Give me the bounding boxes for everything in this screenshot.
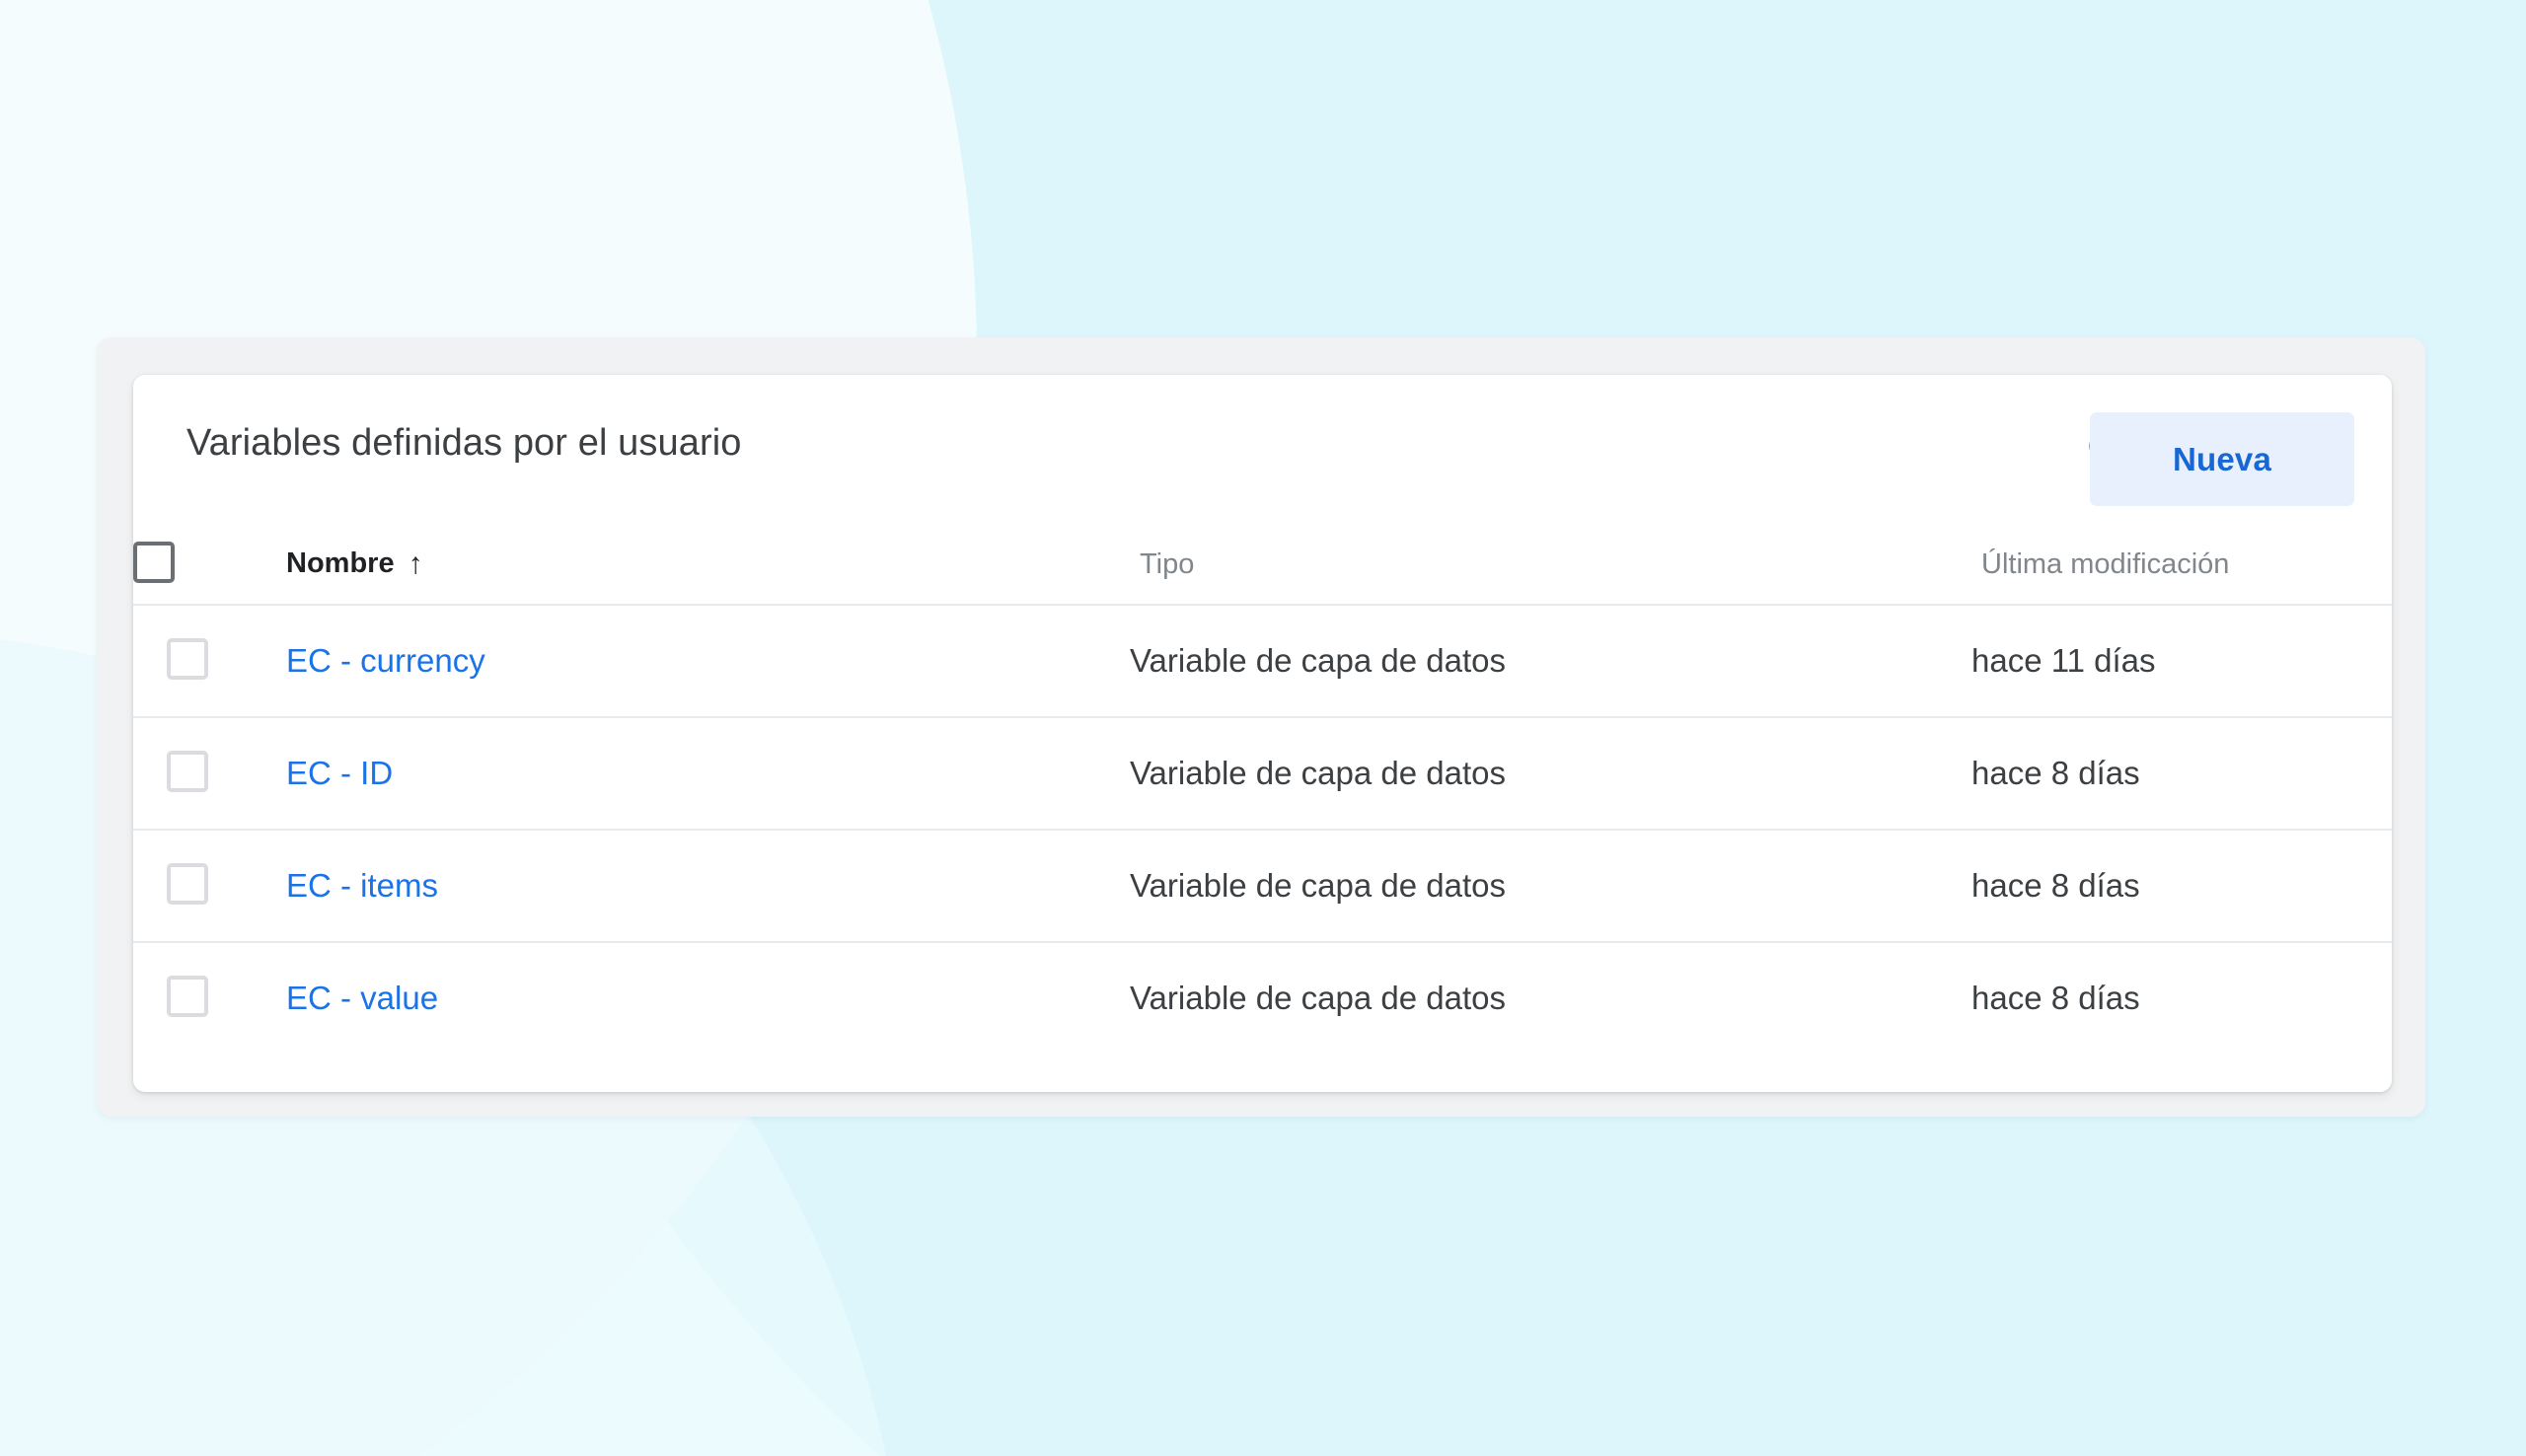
variable-name-link[interactable]: EC - value (242, 980, 438, 1017)
variable-name-link[interactable]: EC - ID (242, 755, 393, 792)
row-modified-cell: hace 8 días (1971, 980, 2140, 1016)
select-all-checkbox[interactable] (133, 541, 175, 583)
row-checkbox-cell (133, 942, 242, 1054)
row-checkbox-cell (133, 605, 242, 718)
table-body: EC - currency Variable de capa de datos … (133, 605, 2392, 1054)
column-header-name-label: Nombre (286, 547, 395, 579)
page-title: Variables definidas por el usuario (186, 422, 742, 464)
row-name-cell: EC - value (242, 942, 1130, 1054)
variables-table: Nombre ↑ Tipo Última modificación EC - cu… (133, 525, 2392, 1054)
row-type-cell: Variable de capa de datos (1130, 717, 1971, 831)
row-checkbox[interactable] (167, 637, 208, 680)
arrow-up-icon: ↑ (408, 547, 423, 580)
column-header-type[interactable]: Tipo (1130, 525, 1971, 606)
variable-name-link[interactable]: EC - items (242, 867, 438, 905)
table-row[interactable]: EC - value Variable de capa de datos hac… (133, 942, 2392, 1054)
row-checkbox[interactable] (167, 750, 208, 792)
row-name-cell: EC - ID (242, 717, 1130, 831)
table-row[interactable]: EC - ID Variable de capa de datos hace 8… (133, 717, 2392, 831)
row-checkbox[interactable] (167, 862, 208, 905)
new-variable-button[interactable]: Nueva (2090, 412, 2354, 506)
row-checkbox[interactable] (167, 975, 208, 1017)
row-checkbox-cell (133, 830, 242, 943)
column-header-modified-label: Última modificación (1981, 547, 2230, 580)
row-modified-cell: hace 11 días (1971, 605, 2392, 718)
table-row[interactable]: EC - currency Variable de capa de datos … (133, 605, 2392, 718)
column-header-modified[interactable]: Última modificación (1971, 525, 2392, 606)
variable-name-link[interactable]: EC - currency (242, 642, 485, 680)
select-all-header-cell (133, 525, 242, 606)
column-header-type-label: Tipo (1140, 547, 1195, 580)
table-row[interactable]: EC - items Variable de capa de datos hac… (133, 830, 2392, 943)
row-name-cell: EC - items (242, 830, 1130, 943)
row-type-cell: Variable de capa de datos (1130, 980, 1506, 1016)
row-checkbox-cell (133, 717, 242, 831)
row-name-cell: EC - currency (242, 605, 1130, 718)
table-head: Nombre ↑ Tipo Última modificación (133, 525, 2392, 606)
row-modified-cell: hace 8 días (1971, 717, 2392, 831)
row-type-cell: Variable de capa de datos (1130, 830, 1971, 943)
table-header-row: Nombre ↑ Tipo Última modificación (133, 525, 2392, 606)
row-modified-cell: hace 8 días (1971, 830, 2392, 943)
user-defined-variables-card: Variables definidas por el usuario Nueva (133, 375, 2392, 1092)
card-header: Variables definidas por el usuario Nueva (133, 375, 2392, 525)
row-type-cell: Variable de capa de datos (1130, 605, 1971, 718)
column-header-name[interactable]: Nombre ↑ (242, 525, 1130, 606)
